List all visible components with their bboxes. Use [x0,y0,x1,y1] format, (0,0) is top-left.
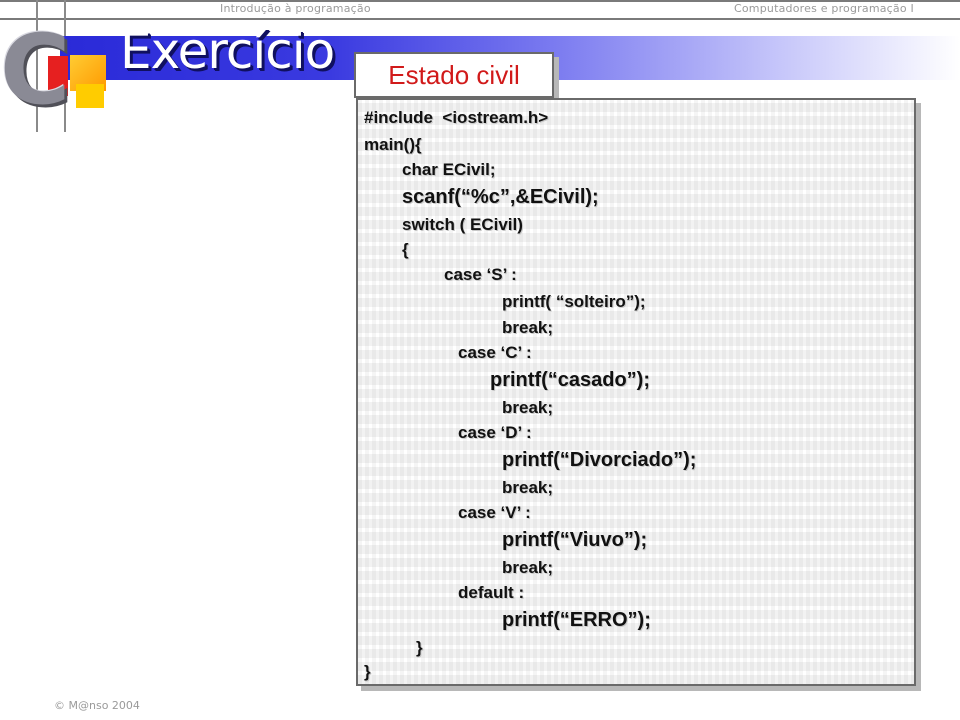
code-line-declaration: char ECivil; [402,160,496,179]
code-line-break: break; [502,398,554,417]
decor-yellow-square [76,84,104,108]
header-course-name: Computadores e programação I [734,2,914,15]
code-line-close-main: } [364,662,371,681]
code-line-switch: switch ( ECivil) [402,215,523,234]
logo-c-icon: C [0,14,71,126]
code-line-printf-erro: printf(“ERRO”); [502,609,651,631]
code-panel: #include <iostream.h> main(){ char ECivi… [356,98,916,686]
code-line-printf-solteiro: printf( “solteiro”); [502,292,646,311]
code-line-default: default : [458,583,525,602]
code-line-main: main(){ [364,135,422,154]
code-line-case-d: case ‘D’ : [458,423,532,442]
code-line-scanf: scanf(“%c”,&ECivil); [402,186,599,208]
code-line-case-s: case ‘S’ : [444,265,517,284]
code-line-break: break; [502,478,554,497]
code-line-printf-casado: printf(“casado”); [490,369,650,391]
header-course-title: Introdução à programação [220,2,371,15]
slide-title: Exercício [120,22,335,80]
code-line-close-switch: } [416,638,423,657]
code-line-printf-viuvo: printf(“Viuvo”); [502,529,648,551]
slide-subtitle: Estado civil [354,52,554,98]
code-line-case-v: case ‘V’ : [458,503,531,522]
code-line-printf-divorciado: printf(“Divorciado”); [502,449,697,471]
footer-copyright: © M@nso 2004 [54,699,140,712]
header-rule-bottom [0,18,960,20]
code-line-break: break; [502,558,554,577]
code-line-break: break; [502,318,554,337]
code-line-include: #include <iostream.h> [364,108,549,127]
code-line-open-brace: { [402,240,409,259]
code-line-case-c: case ‘C’ : [458,343,532,362]
